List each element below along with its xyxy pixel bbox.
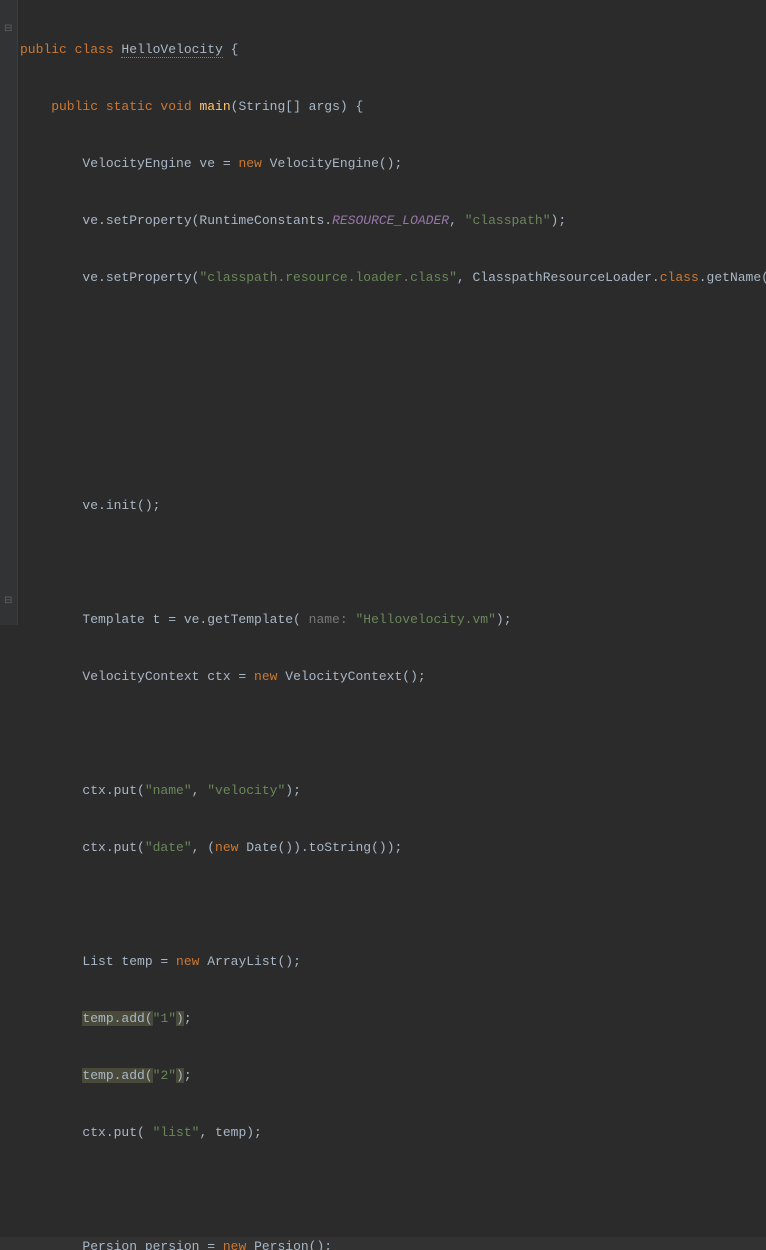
code-line	[18, 382, 766, 401]
code-line: public class HelloVelocity {	[18, 40, 766, 59]
code-line: ve.init();	[18, 496, 766, 515]
gutter: ⊟ ⊟	[0, 0, 18, 625]
code-line	[18, 895, 766, 914]
code-line: ve.setProperty(RuntimeConstants.RESOURCE…	[18, 211, 766, 230]
code-line: public static void main(String[] args) {	[18, 97, 766, 116]
code-line-highlighted: Persion persion = new Persion();	[0, 1237, 766, 1250]
code-line: ctx.put( "list", temp);	[18, 1123, 766, 1142]
code-editor[interactable]: public class HelloVelocity { public stat…	[18, 0, 766, 1250]
code-line: VelocityContext ctx = new VelocityContex…	[18, 667, 766, 686]
code-line: ve.setProperty("classpath.resource.loade…	[18, 268, 766, 287]
fold-close-icon[interactable]: ⊟	[4, 597, 14, 607]
code-line	[18, 553, 766, 572]
code-line: Template t = ve.getTemplate( name: "Hell…	[18, 610, 766, 629]
code-line	[18, 325, 766, 344]
code-line	[18, 439, 766, 458]
code-line: temp.add("2");	[18, 1066, 766, 1085]
code-line: VelocityEngine ve = new VelocityEngine()…	[18, 154, 766, 173]
code-line: List temp = new ArrayList();	[18, 952, 766, 971]
code-line: ctx.put("name", "velocity");	[18, 781, 766, 800]
code-line: ctx.put("date", (new Date()).toString())…	[18, 838, 766, 857]
code-line	[18, 724, 766, 743]
fold-minus-icon[interactable]: ⊟	[4, 25, 14, 35]
code-line: temp.add("1");	[18, 1009, 766, 1028]
code-line	[18, 1180, 766, 1199]
